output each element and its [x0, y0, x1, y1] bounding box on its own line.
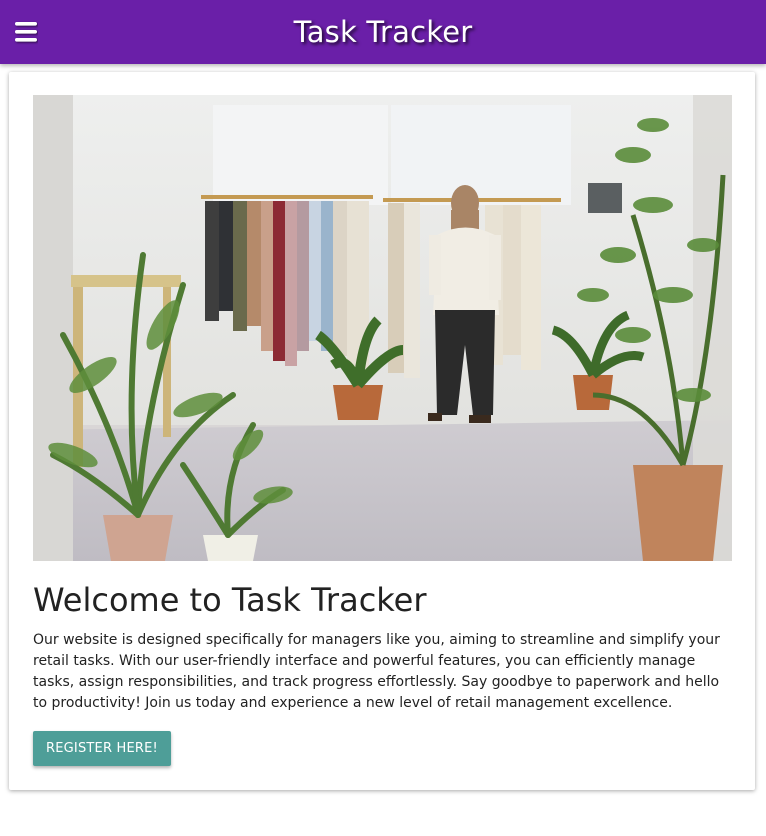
register-button[interactable]: REGISTER HERE! — [33, 731, 171, 766]
top-app-bar: Task Tracker — [0, 0, 766, 64]
welcome-description: Our website is designed specifically for… — [33, 632, 720, 711]
hero-image — [33, 95, 732, 561]
welcome-card: Welcome to Task Tracker Our website is d… — [9, 72, 755, 790]
welcome-heading: Welcome to Task Tracker — [33, 581, 427, 619]
app-title: Task Tracker — [293, 15, 473, 49]
